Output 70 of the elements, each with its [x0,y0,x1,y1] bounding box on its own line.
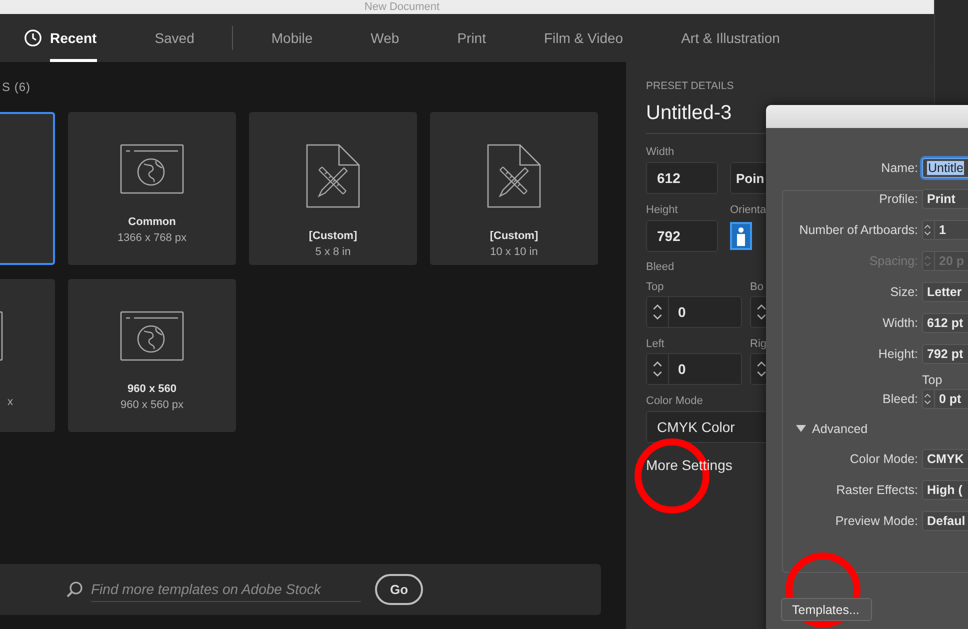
preset-name: [Custom] [490,230,538,242]
field-label: Number of Artboards: [798,222,918,236]
field-label: Top [646,281,664,293]
preset-card[interactable]: [Custom] 5 x 8 in [249,112,417,265]
preset-size: 10 x 10 in [490,246,538,258]
field-label: Name: [880,160,918,174]
preset-size: 5 x 8 in [315,246,351,258]
field-label: Rig [750,338,767,350]
stepper-field[interactable]: 0 pt [922,388,968,408]
category-tab[interactable]: Recent [24,14,97,62]
category-tab[interactable]: Saved [154,14,194,62]
field-label: Width: [882,316,918,330]
preset-size: 960 x 560 px [120,399,184,411]
field-label: Color Mode [646,395,703,407]
preset-card[interactable]: Common 1366 x 768 px [68,112,236,265]
category-tab[interactable]: Art & Illustration [681,14,780,62]
field-label: Orienta [730,204,766,216]
category-tab[interactable]: Film & Video [544,14,624,62]
input-field[interactable]: 612 pt [922,312,968,332]
field-label: Bleed [646,261,674,273]
window-title: New Document [364,0,440,14]
templates-button[interactable]: Templates... [781,598,872,621]
preset-name: Common [128,216,176,228]
disclosure-triangle-icon [796,425,806,432]
search-field[interactable]: Find more templates on Adobe Stock [91,577,361,602]
preset-card[interactable]: x [0,279,55,432]
stepper-field[interactable]: 0 [646,296,742,328]
web-window-icon [120,144,184,194]
preset-card[interactable]: [Custom] 10 x 10 in [430,112,598,265]
width-field[interactable]: 612 [646,162,718,194]
field-caption: Top [922,373,942,387]
portrait-orientation-icon[interactable] [730,222,752,250]
stepper-field[interactable]: 0 [646,353,742,385]
field-label: Preview Mode: [834,514,918,528]
field-label: Bleed: [882,392,918,406]
stepper-field[interactable]: 1 [922,220,968,240]
panel-heading: PRESET DETAILS [646,80,734,92]
search-icon [66,581,83,598]
name-field[interactable]: Untitle [922,158,968,178]
dropdown[interactable]: CMYK [922,448,968,468]
document-pencil-ruler-icon [306,144,360,208]
preset-name: [Custom] [308,230,358,242]
height-field[interactable]: 792 [646,220,718,252]
web-window-icon [120,311,184,361]
field-label: Width [646,146,674,158]
field-label: Profile: [878,192,918,206]
preset-card[interactable]: 960 x 560 960 x 560 px [68,279,236,432]
field-label: Color Mode: [848,452,918,466]
advanced-toggle[interactable]: Advanced [766,414,968,443]
section-heading: S (6) [2,80,31,96]
dropdown[interactable]: Print [922,188,968,208]
document-pencil-ruler-icon [487,144,541,208]
field-label: Height: [877,346,918,360]
dropdown[interactable]: Defaul [922,510,968,530]
dropdown[interactable]: Letter [922,282,968,302]
field-label: Height [646,204,678,216]
preset-size: 1366 x 768 px [117,232,187,244]
category-tab[interactable]: Print [457,14,486,62]
field-label: Bo [750,281,764,293]
category-tab[interactable]: Mobile [271,14,313,62]
preset-name: 960 x 560 [128,383,176,395]
input-field[interactable]: 792 pt [922,344,968,364]
field-label: Size: [889,284,918,298]
category-tab[interactable]: Web [370,14,400,62]
preset-size: x [6,396,13,408]
clock-icon [24,29,42,47]
go-button[interactable]: Go [375,574,423,605]
dropdown[interactable]: High ( [922,480,968,500]
field-label: Raster Effects: [835,482,918,496]
field-label: Left [646,338,664,350]
